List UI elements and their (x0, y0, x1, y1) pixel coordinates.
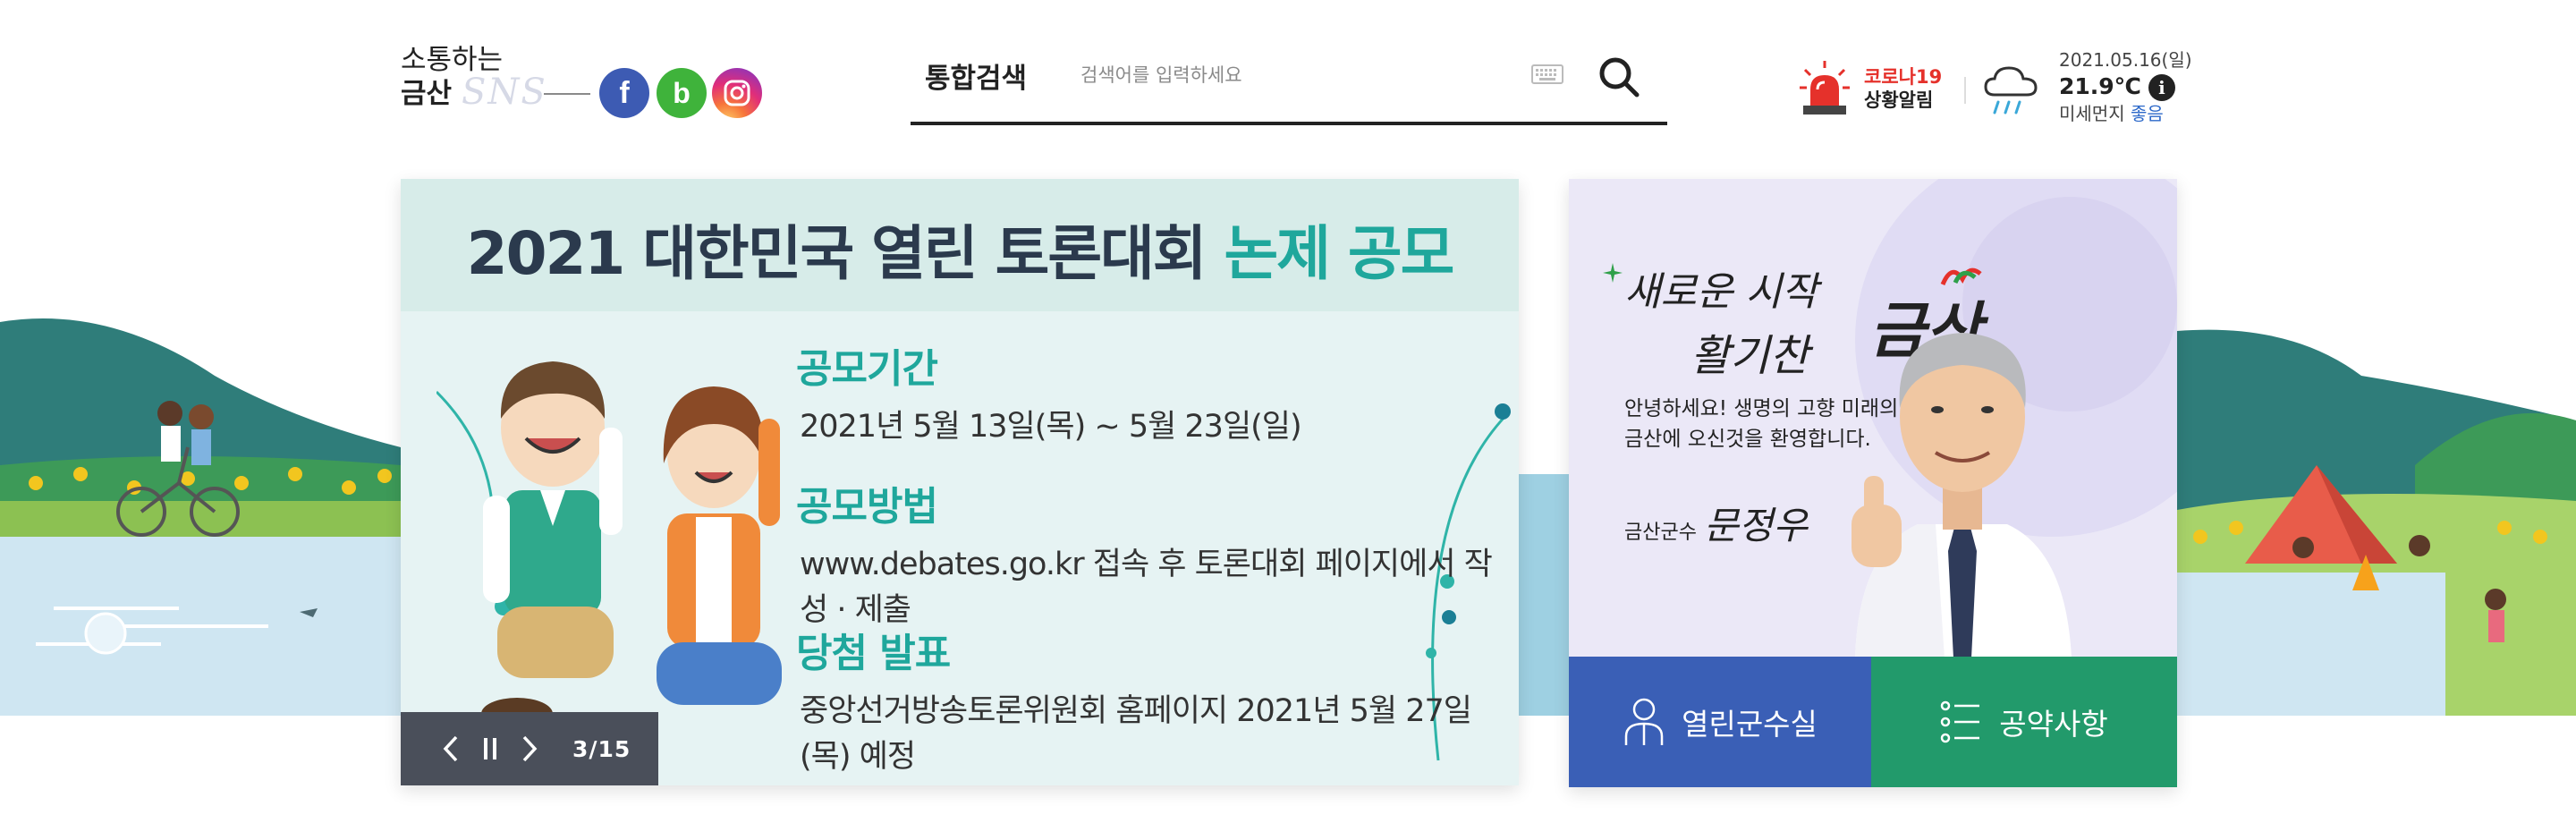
main-banner-slide[interactable]: 2021 대한민국 열린 토론대회 논제 공모 공모기간 2021년 5월 13… (401, 179, 1519, 785)
instagram-button[interactable] (712, 68, 762, 118)
pause-icon (484, 738, 496, 759)
weather-widget: 2021.05.16(일) 21.9℃ i 미세먼지 좋음 (2059, 48, 2193, 125)
weather-date: 2021.05.16(일) (2059, 49, 2192, 71)
chevron-right-icon (522, 735, 538, 762)
search-bar: 통합검색 (911, 45, 1667, 125)
covid-alert-link[interactable]: 코로나19 상황알림 (1798, 59, 1959, 118)
section-text-period: 2021년 5월 13일(목) ~ 5월 23일(일) (800, 409, 1302, 445)
slider-controls: 3/15 (401, 712, 658, 785)
slide-counter: 3/15 (572, 735, 631, 762)
weather-temperature-row: 21.9℃ i (2059, 72, 2193, 102)
next-slide-button[interactable] (510, 729, 549, 768)
signature-title: 금산군수 (1624, 522, 1697, 544)
info-icon[interactable]: i (2148, 74, 2175, 101)
fine-dust-value: 좋음 (2130, 103, 2164, 124)
band-icon: b (673, 76, 691, 109)
instagram-icon (724, 80, 750, 106)
star-sparkle-icon (1603, 263, 1623, 283)
pause-slide-button[interactable] (470, 729, 510, 768)
search-icon[interactable] (1596, 54, 1642, 100)
pledges-label: 공약사항 (1999, 707, 2108, 742)
mayor-slogan: 새로운 시작 활기찬 금산 (1601, 259, 1981, 383)
sns-title-deco: SNS (462, 72, 547, 113)
section-text-method: www.debates.go.kr 접속 후 토론대회 페이지에서 작성 · 제… (800, 547, 1493, 628)
section-heading-method: 공모방법 (796, 484, 938, 530)
open-mayor-office-label: 열린군수실 (1682, 707, 1818, 742)
fine-dust-row: 미세먼지 좋음 (2059, 102, 2193, 125)
mayor-greeting-box: 새로운 시작 활기찬 금산 안녕하세요! 생명의 고향 미래의 땅 금산에 오신… (1569, 179, 2177, 787)
mayor-photo (1852, 333, 2072, 658)
section-heading-announce: 당첨 발표 (796, 631, 951, 676)
slogan-line2: 활기찬 (1690, 331, 1809, 381)
header-divider (1964, 77, 1966, 104)
facebook-icon: f (619, 75, 630, 110)
rain-cloud-icon (1984, 66, 2038, 115)
mayor-signature: 금산군수 문정우 (1624, 496, 1808, 550)
search-input[interactable] (1080, 57, 1510, 93)
facebook-button[interactable]: f (599, 68, 649, 118)
list-icon (1941, 700, 1980, 743)
banner-title-highlight: 논제 공모 (1224, 219, 1454, 288)
fine-dust-label: 미세먼지 (2059, 103, 2125, 124)
section-text-announce: 중앙선거방송토론위원회 홈페이지 2021년 5월 27일(목) 예정 (800, 693, 1472, 775)
banner-title-main: 2021 대한민국 열린 토론대회 (466, 219, 1224, 288)
signature-name: 문정우 (1703, 504, 1808, 547)
band-button[interactable]: b (657, 68, 707, 118)
person-icon (1624, 698, 1664, 745)
chevron-left-icon (443, 735, 458, 762)
sns-title: 소통하는 금산 SNS (401, 43, 546, 111)
keyboard-icon[interactable] (1531, 64, 1563, 84)
banner-title: 2021 대한민국 열린 토론대회 논제 공모 (401, 206, 1519, 292)
weather-temperature: 21.9℃ (2059, 73, 2141, 99)
section-heading-period: 공모기간 (796, 346, 938, 392)
search-label: 통합검색 (925, 63, 1028, 95)
pledges-button[interactable]: 공약사항 (1871, 657, 2177, 787)
prev-slide-button[interactable] (431, 729, 470, 768)
alert-line2: 상황알림 (1864, 89, 1934, 111)
sns-block: 소통하는 금산 SNS f b (401, 43, 776, 123)
open-mayor-office-button[interactable]: 열린군수실 (1569, 657, 1871, 787)
sns-divider (544, 93, 590, 95)
slogan-line1: 새로운 시작 (1624, 269, 1818, 315)
siren-icon (1800, 61, 1850, 115)
site-header: 소통하는 금산 SNS f b 통합검색 검색어를 입력하세요 코로나19 상황… (0, 0, 2576, 152)
